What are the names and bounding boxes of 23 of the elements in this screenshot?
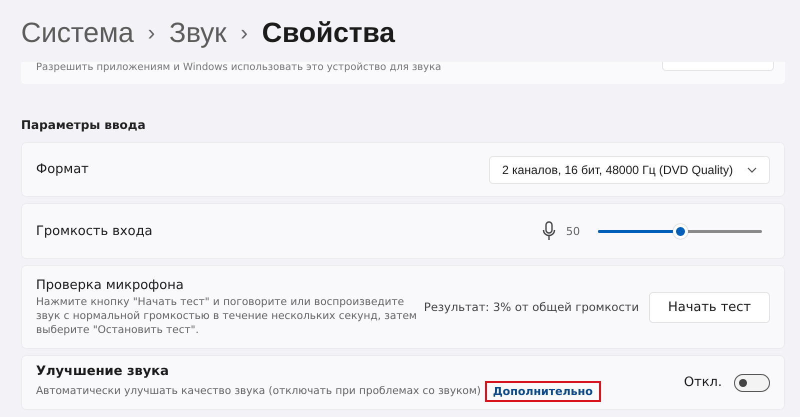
test-result: Результат: 3% от общей громкости: [424, 300, 639, 314]
breadcrumb-item[interactable]: Звук: [169, 17, 227, 49]
setting-description: Автоматически улучшать качество звука (отключать при проблемах со звуком): [36, 384, 481, 398]
section-title: Параметры ввода: [21, 118, 147, 132]
chevron-down-icon: [747, 166, 757, 172]
breadcrumb-item: Свойства: [262, 17, 395, 49]
card-description: Разрешить приложениям и Windows использовать это устройство для звука: [36, 62, 442, 74]
toggle-switch[interactable]: [734, 374, 770, 392]
more-link[interactable]: Дополнительно: [484, 380, 601, 402]
volume-reading: 50: [566, 224, 580, 238]
setting-title: Улучшение звука: [36, 364, 170, 378]
chevron-icon: ›: [240, 20, 248, 46]
setting-description: Нажмите кнопку "Начать тест" и поговорите или воспроизведите звук с нормальной громкостью в течение нескольких секунд, затем выберите "Остановить тест".: [36, 294, 418, 336]
chevron-icon: ›: [148, 20, 156, 46]
toggle-state-label: Откл.: [684, 375, 722, 390]
format-dropdown[interactable]: 2 каналов, 16 бит, 48000 Гц (DVD Quality): [489, 156, 770, 184]
setting-label: Громкость входа: [36, 224, 153, 238]
microphone-icon: [542, 221, 556, 241]
breadcrumb-item[interactable]: Система: [21, 17, 134, 49]
slider-thumb[interactable]: [672, 224, 688, 238]
setting-label: Формат: [36, 162, 89, 177]
start-test-button[interactable]: Начать тест: [648, 292, 770, 322]
setting-title: Проверка микрофона: [36, 278, 185, 292]
